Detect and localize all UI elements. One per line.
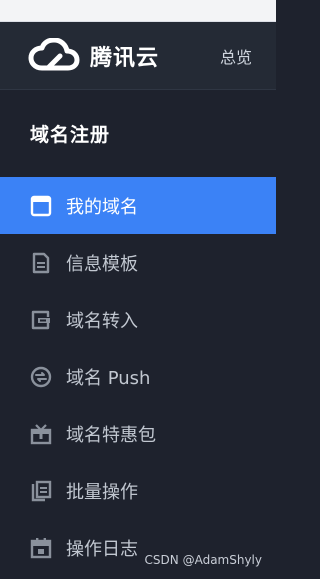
sidebar-item-label: 信息模板: [66, 253, 138, 275]
cloud-logo-icon: [28, 38, 80, 71]
sidebar: 域名注册 我的域名 信息模板 域名转入 域名 Push 域名特惠包 批量操作 操…: [0, 90, 276, 579]
watermark: CSDN @AdamShyly: [144, 553, 262, 567]
sidebar-item-domain-special-pack[interactable]: 域名特惠包: [0, 405, 276, 462]
sidebar-item-label: 域名特惠包: [66, 424, 156, 446]
batch-icon: [31, 480, 52, 501]
sidebar-item-info-templates[interactable]: 信息模板: [0, 234, 276, 291]
top-header: 腾讯云 总览: [0, 22, 276, 90]
push-icon: [30, 366, 52, 387]
overview-link[interactable]: 总览: [220, 44, 252, 68]
sidebar-item-batch-operations[interactable]: 批量操作: [0, 462, 276, 519]
sidebar-item-operation-log[interactable]: 操作日志: [0, 519, 276, 576]
sidebar-item-label: 域名转入: [66, 310, 138, 332]
transfer-in-icon: [31, 310, 50, 329]
sidebar-item-domain-push[interactable]: 域名 Push: [0, 348, 276, 405]
sidebar-item-label: 批量操作: [66, 481, 138, 503]
calendar-icon: [30, 537, 52, 558]
sidebar-item-my-domains[interactable]: 我的域名: [0, 177, 276, 234]
sidebar-item-domain-transfer-in[interactable]: 域名转入: [0, 291, 276, 348]
sidebar-menu: 我的域名 信息模板 域名转入 域名 Push 域名特惠包 批量操作 操作日志: [0, 177, 276, 576]
brand-name: 腾讯云: [90, 46, 160, 71]
document-icon: [32, 252, 50, 273]
window-icon: [30, 195, 52, 216]
section-title: 域名注册: [30, 124, 111, 146]
browser-chrome-strip: [0, 0, 276, 22]
gift-icon: [30, 423, 52, 444]
sidebar-item-label: 域名 Push: [66, 367, 151, 389]
brand-logo[interactable]: 腾讯云: [28, 34, 159, 78]
sidebar-item-label: 我的域名: [66, 196, 138, 218]
sidebar-item-label: 操作日志: [66, 538, 138, 560]
